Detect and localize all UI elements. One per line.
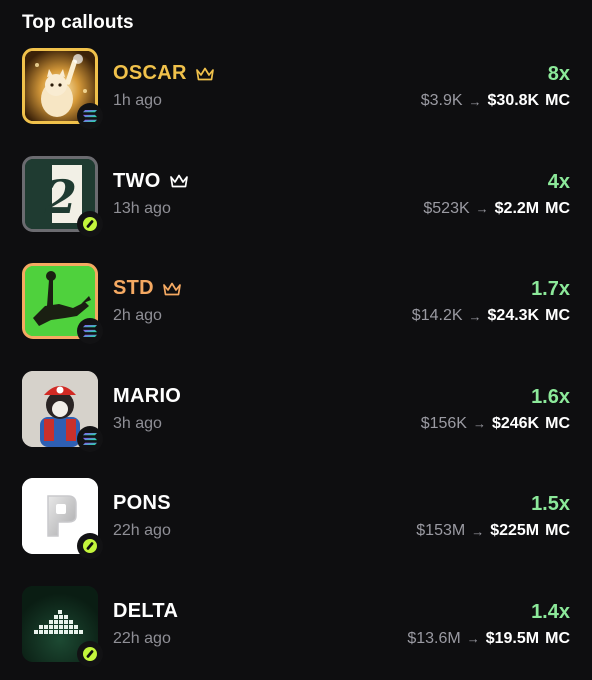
mc-from: $14.2K — [411, 307, 463, 324]
svg-text:2: 2 — [44, 170, 77, 224]
call-time: 13h ago — [113, 199, 171, 217]
call-time: 2h ago — [113, 307, 162, 324]
mc-to: $19.5M — [485, 629, 540, 647]
solana-icon — [77, 103, 103, 129]
mc-from: $153M — [416, 522, 466, 539]
solana-icon — [77, 425, 103, 452]
callout-row-std[interactable]: STD 2h ago 1.7x $14.2K → $24.3K MC — [22, 263, 570, 371]
mc-from: $3.9K — [420, 92, 463, 109]
multiplier: 8x — [547, 63, 570, 85]
call-time: 22h ago — [113, 629, 171, 647]
arrow-right-icon: → — [472, 416, 486, 431]
arrow-right-icon: → — [468, 308, 482, 324]
call-time: 22h ago — [113, 522, 171, 539]
token-name: PONS — [113, 492, 171, 514]
callout-list: OSCAR 1h ago 8x $3.9K → $30.8K MC 2 TWO … — [22, 48, 570, 680]
arrow-right-icon: → — [468, 93, 482, 109]
market-cap-change: $14.2K → $24.3K MC — [412, 307, 570, 325]
mc-unit: MC — [545, 92, 570, 109]
market-cap-change: $3.9K → $30.8K MC — [421, 92, 570, 110]
crown-icon — [169, 174, 188, 188]
mc-from: $523K — [423, 199, 470, 217]
mc-from: $13.6M — [407, 629, 461, 647]
mc-to: $30.8K — [487, 92, 540, 109]
section-title: Top callouts — [22, 12, 134, 33]
mc-to: $24.3K — [487, 307, 540, 324]
market-cap-change: $153M → $225M MC — [416, 522, 570, 540]
market-cap-change: $523K → $2.2M MC — [423, 200, 570, 218]
token-name: MARIO — [113, 384, 182, 407]
mc-unit: MC — [545, 307, 570, 324]
mc-to: $2.2M — [494, 199, 540, 217]
token-name: STD — [113, 277, 154, 299]
crown-icon — [195, 67, 214, 80]
multiplier: 1.6x — [531, 385, 570, 408]
token-name: TWO — [113, 169, 161, 192]
mc-unit: MC — [545, 629, 570, 647]
pump-icon — [77, 533, 103, 559]
solana-icon — [77, 318, 103, 344]
mc-unit: MC — [545, 522, 570, 539]
call-time: 3h ago — [113, 414, 162, 432]
mc-unit: MC — [545, 199, 570, 217]
crown-icon — [163, 282, 181, 295]
top-callouts-panel: Top callouts OSCAR 1h ago 8x $3.9K → $30… — [0, 0, 592, 680]
callout-row-delta[interactable]: DELTA 22h ago 1.4x $13.6M → $19.5M MC — [22, 585, 570, 680]
arrow-right-icon: → — [475, 201, 489, 216]
market-cap-change: $156K → $246K MC — [421, 415, 570, 433]
mc-to: $246K — [491, 414, 540, 432]
callout-row-two[interactable]: 2 TWO 13h ago 4x $523K → $2.2M MC — [22, 155, 570, 264]
arrow-right-icon: → — [471, 523, 485, 539]
multiplier: 1.5x — [531, 493, 570, 515]
arrow-right-icon: → — [466, 631, 480, 646]
pump-icon — [77, 210, 103, 237]
token-name: OSCAR — [113, 62, 187, 84]
multiplier: 1.7x — [531, 278, 570, 300]
mc-to: $225M — [490, 522, 540, 539]
callout-row-mario[interactable]: MARIO 3h ago 1.6x $156K → $246K MC — [22, 370, 570, 479]
multiplier: 1.4x — [531, 600, 570, 623]
callout-row-oscar[interactable]: OSCAR 1h ago 8x $3.9K → $30.8K MC — [22, 48, 570, 156]
pump-icon — [77, 640, 103, 667]
multiplier: 4x — [547, 170, 570, 193]
token-name: DELTA — [113, 599, 179, 622]
call-time: 1h ago — [113, 92, 162, 109]
mc-from: $156K — [420, 414, 467, 432]
market-cap-change: $13.6M → $19.5M MC — [407, 630, 570, 648]
callout-row-pons[interactable]: PONS 22h ago 1.5x $153M → $225M MC — [22, 478, 570, 586]
mc-unit: MC — [545, 414, 570, 432]
